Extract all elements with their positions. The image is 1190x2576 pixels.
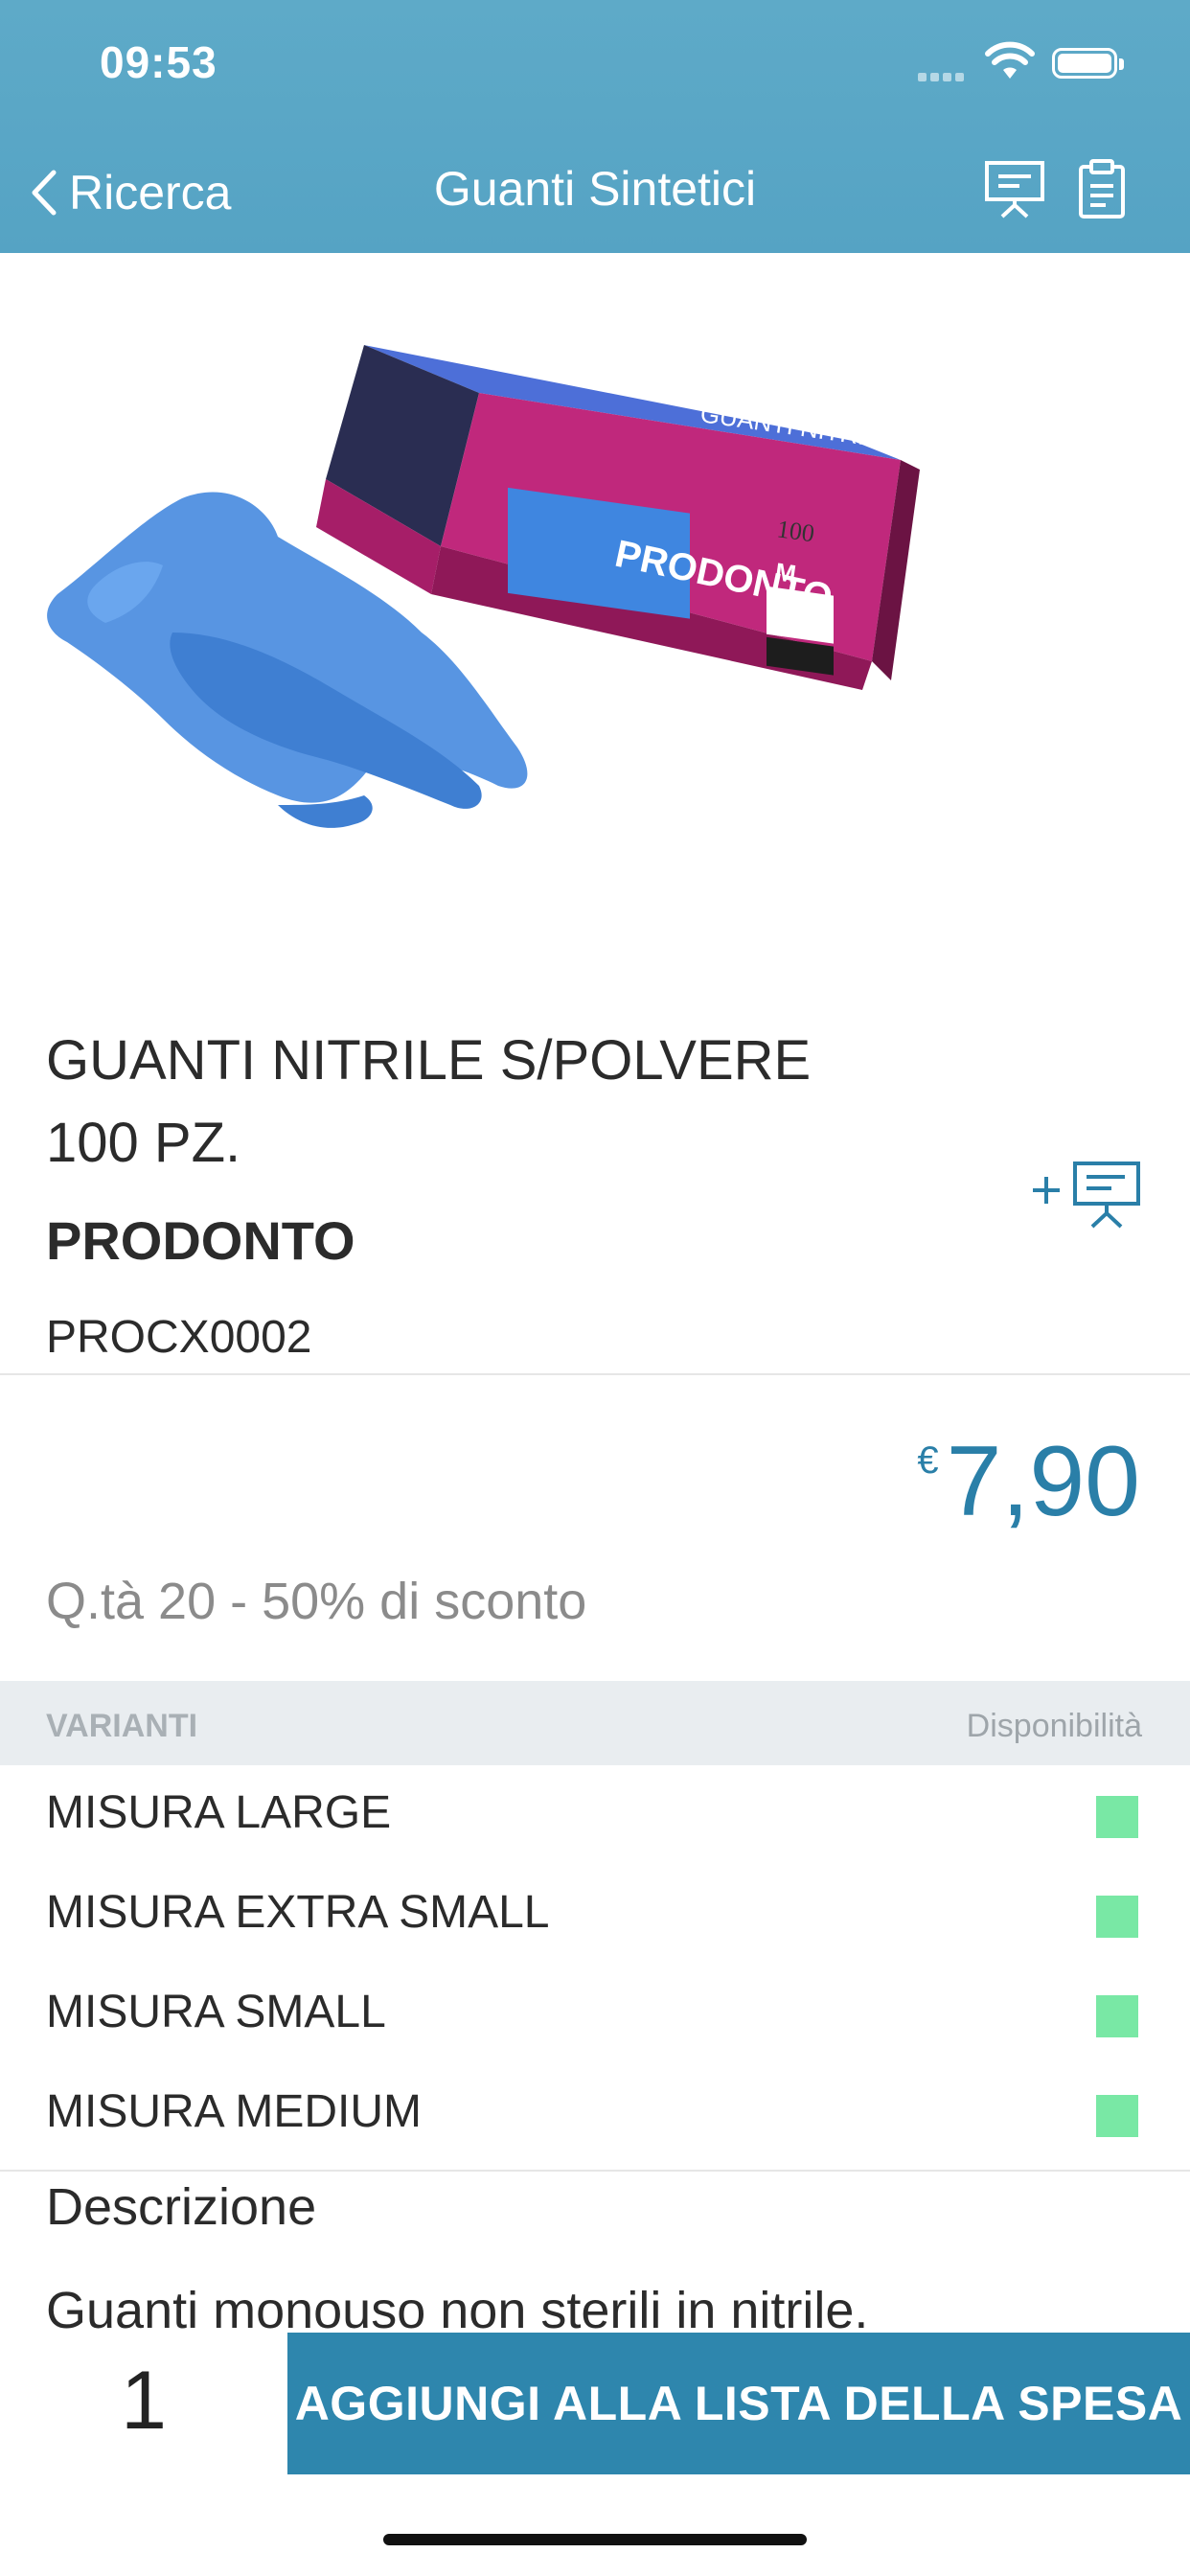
variant-label: MISURA SMALL — [46, 1987, 386, 2037]
header-bar: 09:53 Ricerca Guanti Sintetici — [0, 0, 1190, 253]
availability-indicator — [1096, 1796, 1138, 1838]
box-count: 100 — [775, 515, 816, 547]
description-title: Descrizione — [46, 2178, 317, 2236]
home-indicator[interactable] — [383, 2534, 807, 2545]
variant-row[interactable]: MISURA MEDIUM — [0, 2064, 1190, 2164]
availability-header-label: Disponibilità — [966, 1708, 1142, 1744]
box-size: M — [773, 557, 798, 588]
quantity-field[interactable]: 1 — [0, 2354, 287, 2449]
add-to-presentation-button[interactable] — [1029, 1158, 1144, 1230]
cellular-signal-icon — [918, 69, 975, 81]
product-code: PROCX0002 — [46, 1312, 312, 1363]
clipboard-icon[interactable] — [1077, 157, 1127, 220]
price-value: 7,90 — [946, 1426, 1140, 1537]
variant-label: MISURA EXTRA SMALL — [46, 1887, 550, 1938]
product-brand: PRODONTO — [46, 1210, 355, 1271]
variant-row[interactable]: MISURA EXTRA SMALL — [0, 1865, 1190, 1965]
add-to-shopping-list-button[interactable]: AGGIUNGI ALLA LISTA DELLA SPESA — [287, 2333, 1190, 2474]
availability-indicator — [1096, 2095, 1138, 2137]
product-name: GUANTI NITRILE S/POLVERE 100 PZ. — [46, 1029, 812, 1174]
divider — [0, 1373, 1190, 1375]
add-to-presentation-icon — [1033, 1162, 1140, 1229]
availability-indicator — [1096, 1995, 1138, 2037]
variants-header: VARIANTI Disponibilità — [0, 1681, 1190, 1765]
discount-text: Q.tà 20 - 50% di sconto — [46, 1573, 587, 1630]
variant-row[interactable]: MISURA LARGE — [0, 1765, 1190, 1865]
product-image: GUANTI NITRILE PRODONTO 100 M — [47, 345, 920, 828]
divider — [0, 2170, 1190, 2172]
presentation-icon[interactable] — [983, 157, 1046, 220]
wifi-icon — [985, 41, 1035, 79]
battery-icon — [1052, 48, 1124, 79]
variants-header-label: VARIANTI — [46, 1708, 198, 1744]
variant-row[interactable]: MISURA SMALL — [0, 1965, 1190, 2064]
variant-label: MISURA LARGE — [46, 1787, 392, 1838]
description-text: Guanti monouso non sterili in nitrile. — [46, 2282, 869, 2339]
price: € 7,90 — [917, 1426, 1140, 1537]
status-time: 09:53 — [100, 37, 217, 87]
variant-label: MISURA MEDIUM — [46, 2086, 423, 2137]
price-currency: € — [917, 1439, 939, 1482]
availability-indicator — [1096, 1896, 1138, 1938]
